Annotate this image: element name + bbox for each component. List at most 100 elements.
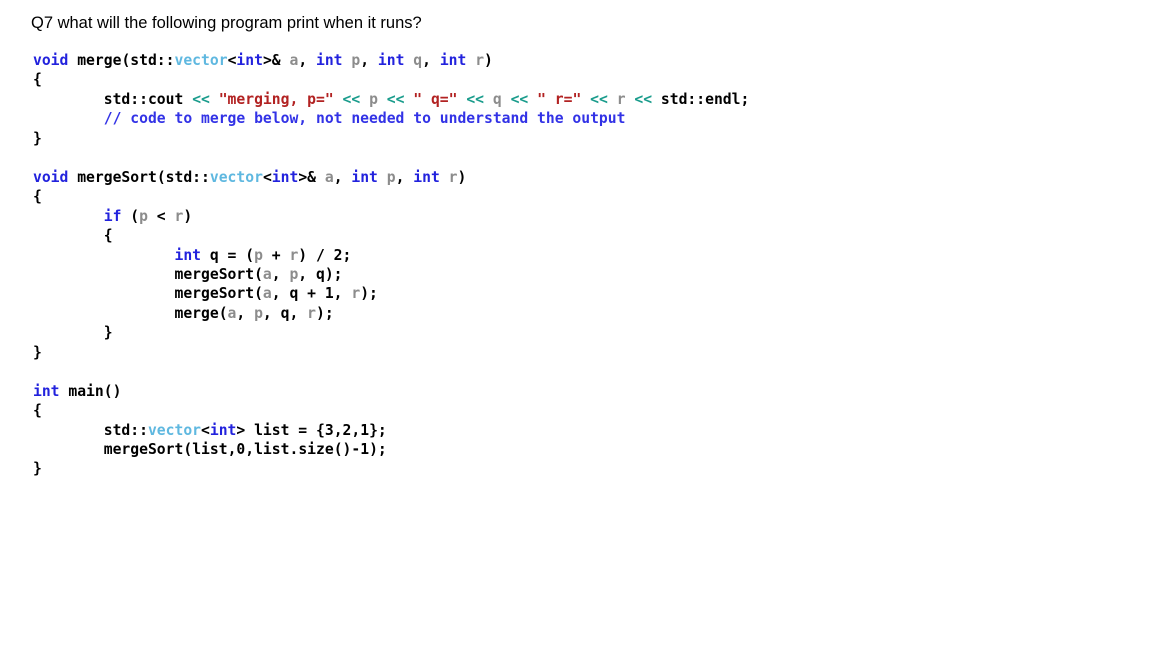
code-token-op: << [634, 90, 653, 108]
code-token-type: vector [209, 168, 263, 186]
code-token-punct: ( [254, 265, 263, 283]
code-token-plain: mergeSort [174, 265, 255, 283]
code-token-punct: , [360, 52, 378, 69]
code-token-plain: list [254, 421, 290, 439]
code-token-punct: >& [298, 168, 325, 186]
code-token-kw: int [316, 52, 343, 69]
code-token-punct: , [422, 52, 440, 69]
code-token-num: 2 [333, 246, 343, 264]
code-token-plain: std::cout [103, 90, 184, 108]
code-token-punct: ( [121, 52, 131, 69]
code-token-param: a [262, 285, 272, 303]
code-token-type: vector [147, 421, 202, 439]
code-line: { [33, 401, 749, 420]
code-token-punct: , [262, 304, 281, 322]
code-token-plain: size [298, 441, 334, 459]
code-line: mergeSort(a, p, q); [33, 265, 749, 284]
code-token-plain: merge [174, 304, 219, 322]
code-token-punct: { [33, 188, 42, 206]
code-line: mergeSort(list,0,list.size()-1); [33, 440, 749, 459]
code-token-punct: ); [315, 304, 334, 322]
code-token-punct: ( [254, 285, 263, 303]
code-line: void merge(std::vector<int>& a, int p, i… [33, 51, 749, 70]
code-token-punct: . [289, 441, 299, 459]
code-token-comment: // code to merge below, not needed to un… [103, 110, 626, 128]
code-token-punct: ) [484, 52, 493, 69]
code-token-punct: ); [360, 285, 378, 303]
code-token-punct: , [333, 168, 352, 186]
code-token-num: 1 [360, 441, 370, 459]
code-token-param: p [351, 52, 361, 69]
code-token-punct: >& [262, 52, 290, 69]
code-token-punct: < [147, 207, 175, 225]
code-token-punct: ()- [333, 441, 361, 459]
code-token-plain: std::endl; [660, 90, 750, 108]
code-token-param: p [254, 304, 263, 322]
code-listing: void merge(std::vector<int>& a, int p, i… [33, 51, 749, 479]
code-token-punct: ( [218, 304, 228, 322]
code-token-plain: main [68, 382, 104, 400]
page-title: Q7 what will the following program print… [31, 14, 422, 32]
code-token-kw: int [439, 52, 467, 69]
code-line: } [33, 323, 749, 342]
code-token-punct: , [333, 421, 343, 439]
code-token-param: r [475, 52, 485, 69]
code-line: if (p < r) [33, 207, 749, 226]
code-token-plain: q [209, 246, 219, 264]
code-token-kw: void [33, 168, 69, 186]
code-line: { [33, 187, 749, 206]
code-token-op: << [466, 90, 485, 108]
code-line: std::cout << "merging, p=" << p << " q="… [33, 90, 750, 109]
code-token-param: r [351, 285, 361, 303]
code-token-plain: list [254, 441, 290, 459]
code-token-str: "merging, p=" [218, 90, 334, 108]
code-token-punct: ( [121, 207, 140, 225]
code-token-plain: q [289, 285, 299, 303]
code-token-kw: int [33, 382, 60, 400]
code-token-kw: int [351, 168, 378, 186]
code-token-kw: int [174, 246, 202, 264]
code-line: mergeSort(a, q + 1, r); [33, 284, 749, 303]
code-token-kw: int [413, 168, 440, 186]
code-token-punct: }; [369, 421, 387, 439]
code-token-punct: , [289, 304, 308, 322]
code-token-punct: { [33, 71, 42, 89]
code-token-punct: , [271, 285, 290, 303]
code-token-param: a [262, 265, 272, 283]
code-token-plain: std:: [165, 168, 210, 186]
code-token-punct: ) [183, 207, 193, 225]
code-token-punct: , [236, 304, 255, 322]
code-token-op: << [192, 90, 210, 108]
code-token-param: a [324, 168, 334, 186]
code-line: // code to merge below, not needed to un… [33, 109, 749, 128]
code-token-punct: } [33, 460, 42, 478]
code-token-kw: void [33, 52, 69, 69]
code-token-punct: , [271, 265, 290, 283]
code-token-punct: + [262, 246, 290, 264]
code-line: merge(a, p, q, r); [33, 304, 749, 323]
code-token-punct: , [298, 52, 316, 69]
code-token-num: 1 [324, 285, 334, 303]
code-token-kw: int [236, 52, 263, 69]
code-token-param: p [289, 265, 299, 283]
code-line: } [33, 129, 749, 148]
